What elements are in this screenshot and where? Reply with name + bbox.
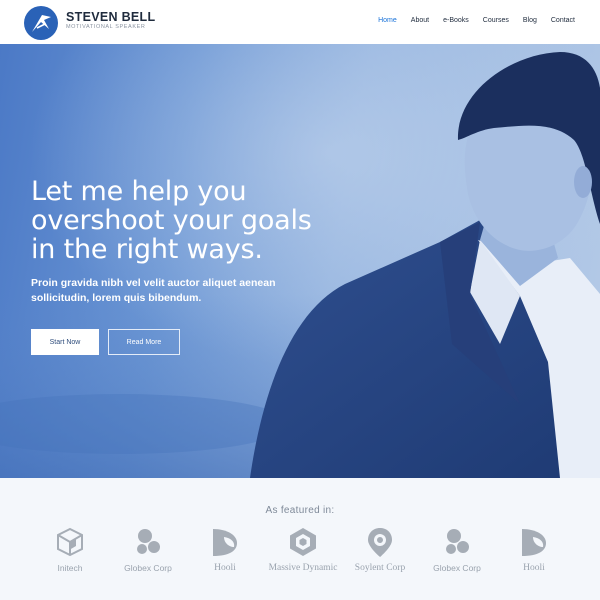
main-nav: Home About e-Books Courses Blog Contact <box>364 17 575 24</box>
dots-icon <box>137 529 160 554</box>
hexagon-icon <box>290 528 316 556</box>
nav-about[interactable]: About <box>411 17 429 24</box>
featured-logo-hooli[interactable]: Hooli <box>180 526 270 573</box>
hero-title-line: Let me help you <box>31 176 247 207</box>
read-more-button[interactable]: Read More <box>108 329 180 355</box>
hero-title-line: in the right ways. <box>31 234 263 265</box>
start-now-button[interactable]: Start Now <box>31 329 99 355</box>
dots-icon <box>446 529 469 554</box>
nav-blog[interactable]: Blog <box>523 17 537 24</box>
logo-label: Hooli <box>214 563 236 573</box>
pin-icon <box>368 528 392 557</box>
featured-logo-initech[interactable]: Initech <box>25 526 115 573</box>
hero-title-line: overshoot your goals <box>31 205 312 236</box>
nav-ebooks[interactable]: e-Books <box>443 17 469 24</box>
featured-title: As featured in: <box>265 505 335 516</box>
nav-courses[interactable]: Courses <box>483 17 509 24</box>
hero-subtitle: Proin gravida nibh vel velit auctor aliq… <box>31 277 276 304</box>
leaf-icon <box>522 529 546 556</box>
brand-tagline: MOTIVATIONAL SPEAKER <box>66 24 146 30</box>
cube-icon <box>57 527 83 557</box>
hero-title: Let me help you overshoot your goals in … <box>31 177 361 264</box>
leaf-icon <box>213 529 237 556</box>
logo-label: Hooli <box>523 563 545 573</box>
hero-section: Let me help you overshoot your goals in … <box>0 44 600 478</box>
nav-contact[interactable]: Contact <box>551 17 575 24</box>
featured-section: As featured in: Initech Globex Corp Hool… <box>0 478 600 600</box>
featured-logo-hooli-2[interactable]: Hooli <box>489 526 579 573</box>
nav-home[interactable]: Home <box>378 17 397 24</box>
site-header: STEVEN BELL MOTIVATIONAL SPEAKER Home Ab… <box>0 0 600 44</box>
brand-name[interactable]: STEVEN BELL <box>66 10 155 24</box>
logo-label: Initech <box>57 563 83 573</box>
brand-logo-icon[interactable] <box>23 5 59 41</box>
